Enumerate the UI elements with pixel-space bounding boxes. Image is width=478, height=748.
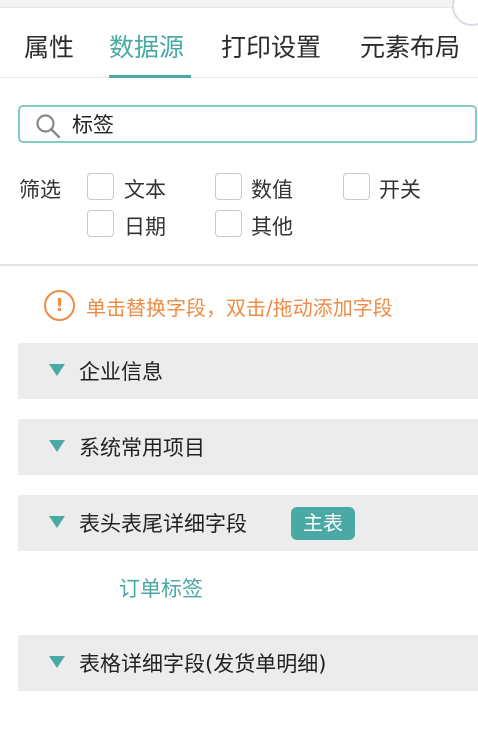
top-bar [0,0,478,8]
tab-bar: 属性 数据源 打印设置 元素布局 [0,18,478,78]
search-icon [36,114,61,139]
hint-text: 单击替换字段，双击/拖动添加字段 [86,296,393,320]
filter-label: 筛选 [19,178,61,202]
checkbox-text-label: 文本 [124,178,166,202]
group-label: 企业信息 [79,360,163,384]
tab-print-settings[interactable]: 打印设置 [221,28,321,64]
group-header-footer-fields[interactable]: 表头表尾详细字段 主表 [18,495,478,551]
group-system-common[interactable]: 系统常用项目 [18,419,478,475]
tab-datasource[interactable]: 数据源 [109,28,184,64]
expand-triangle-icon [49,656,65,668]
search-input[interactable] [72,110,462,138]
warning-icon: ! [44,290,75,321]
field-order-tag[interactable]: 订单标签 [119,573,203,603]
checkbox-date[interactable] [87,210,114,237]
group-label: 表格详细字段(发货单明细) [79,652,327,676]
group-label: 表头表尾详细字段 [79,512,247,536]
checkbox-switch-label: 开关 [379,178,421,202]
search-box[interactable] [18,105,477,143]
main-table-badge: 主表 [291,507,355,540]
section-divider [0,264,478,266]
checkbox-number[interactable] [215,173,242,200]
checkbox-switch[interactable] [343,173,370,200]
group-label: 系统常用项目 [79,436,205,460]
checkbox-other-label: 其他 [251,215,293,239]
checkbox-text[interactable] [87,173,114,200]
tab-element-layout[interactable]: 元素布局 [360,28,460,64]
active-tab-indicator [109,75,191,78]
tab-properties[interactable]: 属性 [24,28,74,64]
group-table-detail-fields[interactable]: 表格详细字段(发货单明细) [18,635,478,691]
expand-triangle-icon [49,364,65,376]
expand-triangle-icon [49,516,65,528]
checkbox-number-label: 数值 [251,178,293,202]
checkbox-other[interactable] [215,210,242,237]
checkbox-date-label: 日期 [124,215,166,239]
group-company-info[interactable]: 企业信息 [18,343,478,399]
expand-triangle-icon [49,440,65,452]
